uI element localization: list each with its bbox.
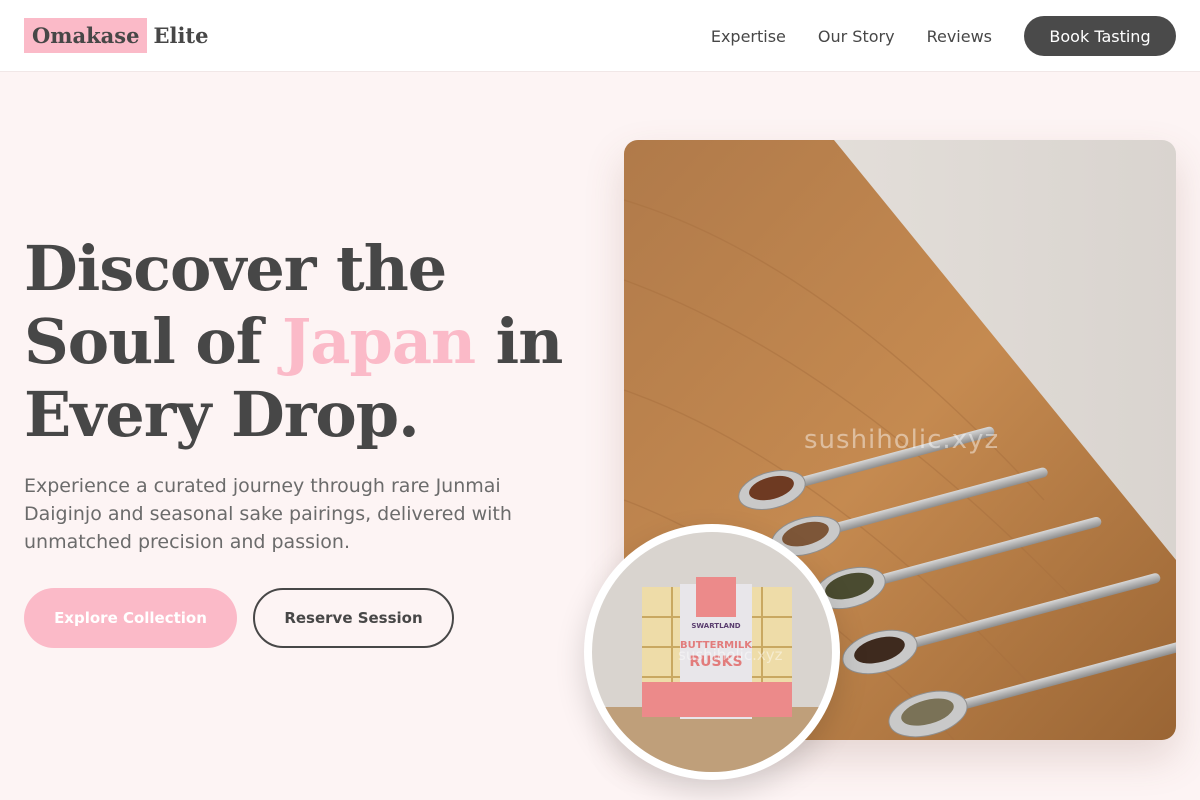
reserve-session-button[interactable]: Reserve Session: [253, 588, 454, 648]
nav-links: Expertise Our Story Reviews Book Tasting: [711, 16, 1176, 56]
brand-highlight: Omakase: [24, 18, 148, 53]
nav-link-our-story[interactable]: Our Story: [818, 27, 895, 46]
hero-title-line3: Every Drop.: [24, 378, 420, 451]
inset-image: SWARTLAND BUTTERMILK RUSKS sushiholic.xy…: [584, 524, 840, 780]
brand-name: Elite: [153, 23, 209, 48]
hero-title: Discover the Soul of Japan in Every Drop…: [24, 232, 604, 451]
brand-logo[interactable]: Omakase Elite: [24, 18, 209, 53]
hero-title-line1: Discover the: [24, 232, 447, 305]
navbar: Omakase Elite Expertise Our Story Review…: [0, 0, 1200, 72]
hero-title-line2-prefix: Soul of: [24, 305, 282, 378]
explore-collection-button[interactable]: Explore Collection: [24, 588, 237, 648]
nav-link-expertise[interactable]: Expertise: [711, 27, 786, 46]
inset-watermark: sushiholic.xyz: [678, 646, 783, 664]
hero-title-accent: Japan: [281, 305, 476, 378]
image-watermark: sushiholic.xyz: [804, 425, 1000, 455]
hero-subtitle: Experience a curated journey through rar…: [24, 475, 512, 553]
hero-title-line2-suffix: in: [475, 305, 564, 378]
nav-link-reviews[interactable]: Reviews: [927, 27, 992, 46]
book-tasting-button[interactable]: Book Tasting: [1024, 16, 1176, 56]
package-brand: SWARTLAND: [691, 622, 740, 630]
